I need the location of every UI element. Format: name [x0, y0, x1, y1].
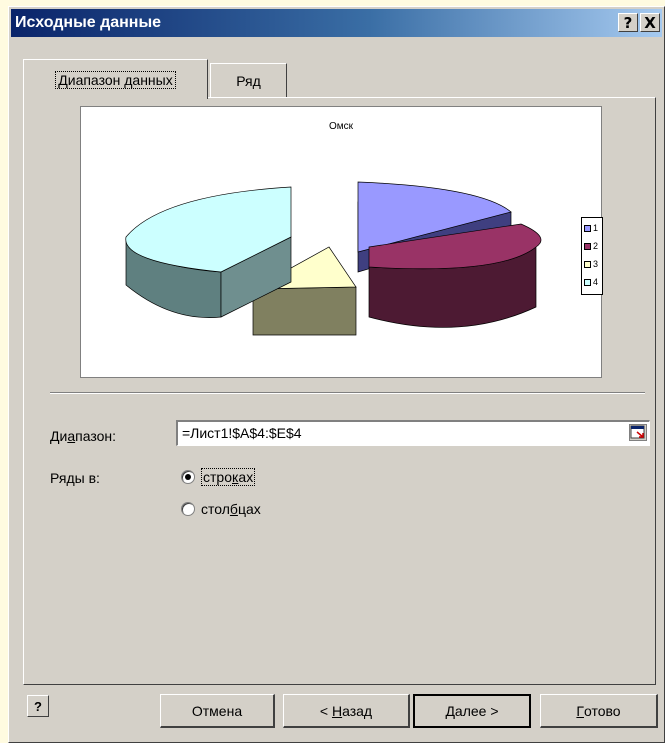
range-input[interactable]: =Лист1!$A$4:$E$4	[176, 420, 650, 446]
legend-item: 1	[584, 220, 602, 236]
source-data-dialog: Исходные данные ? X Диапазон данных Ряд …	[8, 6, 665, 743]
legend-item: 2	[584, 238, 602, 254]
range-label-part: пазон:	[75, 428, 116, 444]
office-assistant-button[interactable]: ?	[27, 695, 49, 717]
range-label-part: Ди	[50, 428, 68, 444]
back-label-accel: Н	[331, 702, 343, 719]
legend-label: 3	[593, 259, 599, 269]
title-help-button[interactable]: ?	[618, 13, 638, 32]
tab-panel: Омск 1 2 3 4 Диапазон: =Лист1!$A$4:$E$4 …	[23, 97, 656, 685]
legend-swatch	[584, 224, 591, 232]
radio-label-part: стол	[201, 501, 230, 517]
back-button[interactable]: < Назад	[283, 694, 410, 728]
tab-series-label: Ряд	[236, 72, 261, 89]
tab-data-range[interactable]: Диапазон данных	[23, 59, 208, 99]
title-bar[interactable]: Исходные данные ? X	[11, 9, 662, 37]
legend-label: 1	[593, 223, 599, 233]
radio-label-part: цах	[237, 501, 261, 517]
range-label: Диапазон:	[50, 428, 116, 444]
cancel-button-label: Отмена	[191, 702, 243, 719]
finish-label-accel: Г	[576, 702, 584, 719]
range-input-value: =Лист1!$A$4:$E$4	[182, 425, 302, 441]
legend-label: 2	[593, 241, 599, 251]
radio-rows[interactable]: строках	[181, 468, 256, 486]
cancel-button[interactable]: Отмена	[160, 694, 275, 728]
radio-columns-label: столбцах	[201, 501, 261, 517]
collapse-dialog-icon	[630, 425, 645, 439]
help-icon: ?	[34, 698, 42, 714]
range-label-accel: а	[67, 428, 76, 444]
legend-swatch	[584, 278, 591, 286]
radio-columns-indicator[interactable]	[181, 502, 195, 516]
series-in-label: Ряды в:	[50, 470, 100, 486]
legend-swatch	[584, 242, 591, 250]
chart-preview: Омск 1 2 3 4	[80, 106, 603, 378]
legend-item: 3	[584, 256, 602, 272]
tab-series[interactable]: Ряд	[210, 63, 287, 97]
legend-label: 4	[593, 277, 599, 287]
pie-slice-3-side	[252, 286, 357, 336]
next-button[interactable]: Далее >	[413, 694, 531, 728]
legend-swatch	[584, 260, 591, 268]
legend-item: 4	[584, 274, 602, 290]
chart-legend: 1 2 3 4	[581, 217, 603, 295]
radio-label-part: ах	[238, 469, 254, 485]
next-button-label: Далее >	[445, 703, 499, 719]
finish-label-part: отово	[584, 702, 621, 719]
radio-label-part: стро	[203, 469, 232, 485]
radio-rows-label: строках	[201, 468, 256, 486]
back-label-part: азад	[342, 702, 373, 719]
window-title: Исходные данные	[15, 14, 162, 31]
collapse-dialog-button[interactable]	[629, 424, 647, 441]
close-button[interactable]: X	[640, 13, 660, 32]
back-label-part: <	[319, 702, 332, 719]
radio-rows-indicator[interactable]	[181, 470, 195, 484]
radio-columns[interactable]: столбцах	[181, 501, 261, 517]
pie-chart	[125, 181, 542, 336]
separator	[50, 392, 645, 394]
radio-label-accel: б	[229, 501, 238, 517]
tab-data-range-label: Диапазон данных	[55, 70, 176, 89]
finish-button[interactable]: Готово	[540, 694, 658, 728]
